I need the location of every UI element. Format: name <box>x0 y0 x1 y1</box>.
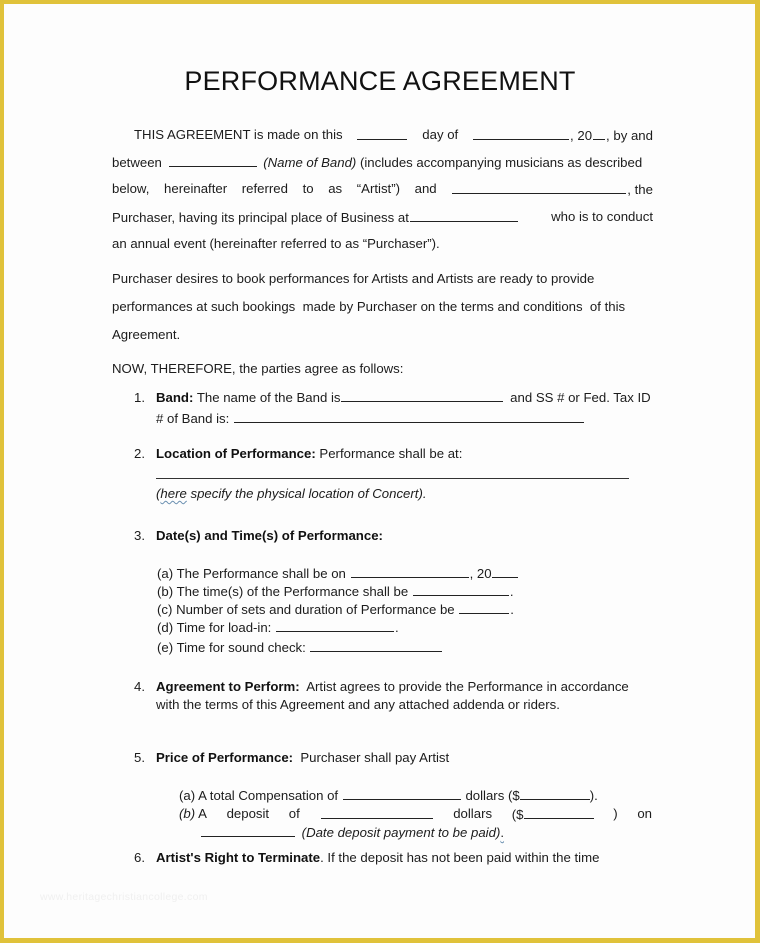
document-title: PERFORMANCE AGREEMENT <box>184 66 576 96</box>
intro-line-3: below, hereinafter referred to as “Artis… <box>112 181 653 197</box>
clause-3-item-e: (e) Time for sound check: <box>157 639 443 655</box>
now-therefore: NOW, THEREFORE, the parties agree as fol… <box>112 361 404 376</box>
location-field[interactable] <box>156 478 629 479</box>
para2-line-2: performances at such bookings made by Pu… <box>112 299 626 314</box>
clause-5-item-a: (a) A total Compensation of dollars ($). <box>179 787 598 803</box>
clause-1-line-2: # of Band is: <box>156 410 585 426</box>
clause-5: 5. Price of Performance: Purchaser shall … <box>134 750 450 765</box>
business-address-blank[interactable] <box>409 209 518 222</box>
clause-2-heading: Location of Performance: <box>156 446 316 461</box>
intro-text: THIS AGREEMENT is made on this <box>134 127 343 142</box>
day-blank[interactable] <box>357 127 408 140</box>
year-blank[interactable] <box>593 127 606 140</box>
para2-line-3: Agreement. <box>112 327 181 342</box>
clause-1-heading: Band: <box>156 390 194 405</box>
clause-2: 2. Location of Performance: Performance s… <box>134 446 463 461</box>
deposit-words-field[interactable] <box>320 806 433 819</box>
performance-date-field[interactable] <box>350 565 469 578</box>
clause-4-heading: Agreement to Perform: <box>156 679 300 694</box>
band-name-hint: (Name of Band) <box>263 155 357 170</box>
watermark: www.heritagechristiancollege.com <box>40 891 208 903</box>
total-compensation-amount-field[interactable] <box>519 787 590 800</box>
clause-6: 6. Artist's Right to Terminate. If the de… <box>134 850 600 865</box>
month-blank[interactable] <box>473 127 570 140</box>
para2-line-1: Purchaser desires to book performances f… <box>112 271 595 286</box>
clause-6-heading: Artist's Right to Terminate <box>156 850 321 865</box>
clause-5-heading: Price of Performance: <box>156 750 294 765</box>
deposit-date-field[interactable] <box>201 824 295 837</box>
intro-line-1: THIS AGREEMENT is made on this day of , … <box>134 127 653 143</box>
deposit-date-hint: (Date deposit payment to be paid) <box>301 825 501 840</box>
clause-3: 3. Date(s) and Time(s) of Performance: <box>134 528 383 543</box>
purchaser-name-blank[interactable] <box>452 181 627 194</box>
intro-line-2: between (Name of Band) (includes accompa… <box>112 154 643 170</box>
intro-text: day of <box>422 127 459 142</box>
performance-time-field[interactable] <box>412 583 509 596</box>
clause-1: 1. Band: The name of the Band is and SS #… <box>134 389 651 405</box>
sound-check-time-field[interactable] <box>310 639 443 652</box>
intro-line-5: an annual event (hereinafter referred to… <box>112 236 440 251</box>
band-name-blank[interactable] <box>168 154 257 167</box>
clause-3-item-d: (d) Time for load-in: . <box>157 619 399 635</box>
clause-5-item-b-line-2: (Date deposit payment to be paid). <box>201 824 504 840</box>
clause-3-item-c: (c) Number of sets and duration of Perfo… <box>157 601 514 617</box>
document-page: PERFORMANCE AGREEMENT THIS AGREEMENT is … <box>0 0 760 943</box>
clause-3-item-b: (b) The time(s) of the Performance shall… <box>157 583 514 599</box>
load-in-time-field[interactable] <box>276 619 395 632</box>
location-note: (here specify the physical location of C… <box>156 486 427 501</box>
tax-id-field[interactable] <box>233 410 584 423</box>
band-name-field[interactable] <box>340 389 503 402</box>
intro-line-4: Purchaser, having its principal place of… <box>112 209 653 225</box>
sets-duration-field[interactable] <box>459 601 510 614</box>
clause-3-heading: Date(s) and Time(s) of Performance: <box>156 528 383 543</box>
deposit-amount-field[interactable] <box>523 806 594 819</box>
clause-5-item-b: (b) A deposit of dollars ($ ) on <box>179 806 652 822</box>
clause-3-item-a: (a) The Performance shall be on , 20 <box>157 565 518 581</box>
performance-year-field[interactable] <box>491 565 518 578</box>
clause-4-line-2: with the terms of this Agreement and any… <box>156 697 560 712</box>
total-compensation-words-field[interactable] <box>342 787 461 800</box>
clause-4: 4. Agreement to Perform: Artist agrees to… <box>134 679 629 694</box>
